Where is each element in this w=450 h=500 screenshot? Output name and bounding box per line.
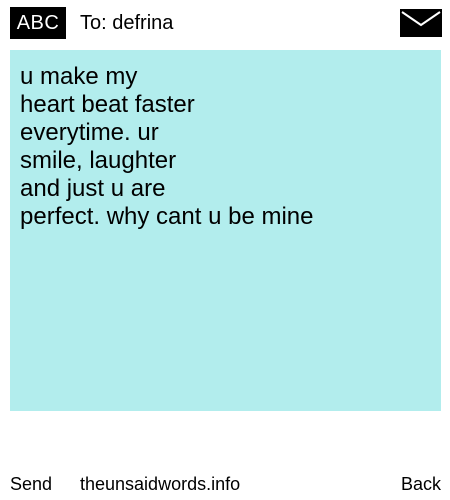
- phone-screen: ABC To: defrina u make my heart beat fas…: [0, 0, 450, 500]
- envelope-icon: [400, 9, 442, 37]
- recipient-label: To: defrina: [80, 12, 174, 34]
- message-body-area[interactable]: u make my heart beat faster everytime. u…: [10, 50, 441, 411]
- message-header: ABC To: defrina: [0, 0, 450, 46]
- bottom-softkey-bar: Send theunsaidwords.info Back: [0, 470, 450, 500]
- message-text: u make my heart beat faster everytime. u…: [20, 63, 314, 230]
- back-button[interactable]: Back: [401, 470, 441, 498]
- site-link[interactable]: theunsaidwords.info: [80, 470, 240, 498]
- input-mode-badge: ABC: [10, 7, 66, 39]
- send-button[interactable]: Send: [10, 470, 52, 498]
